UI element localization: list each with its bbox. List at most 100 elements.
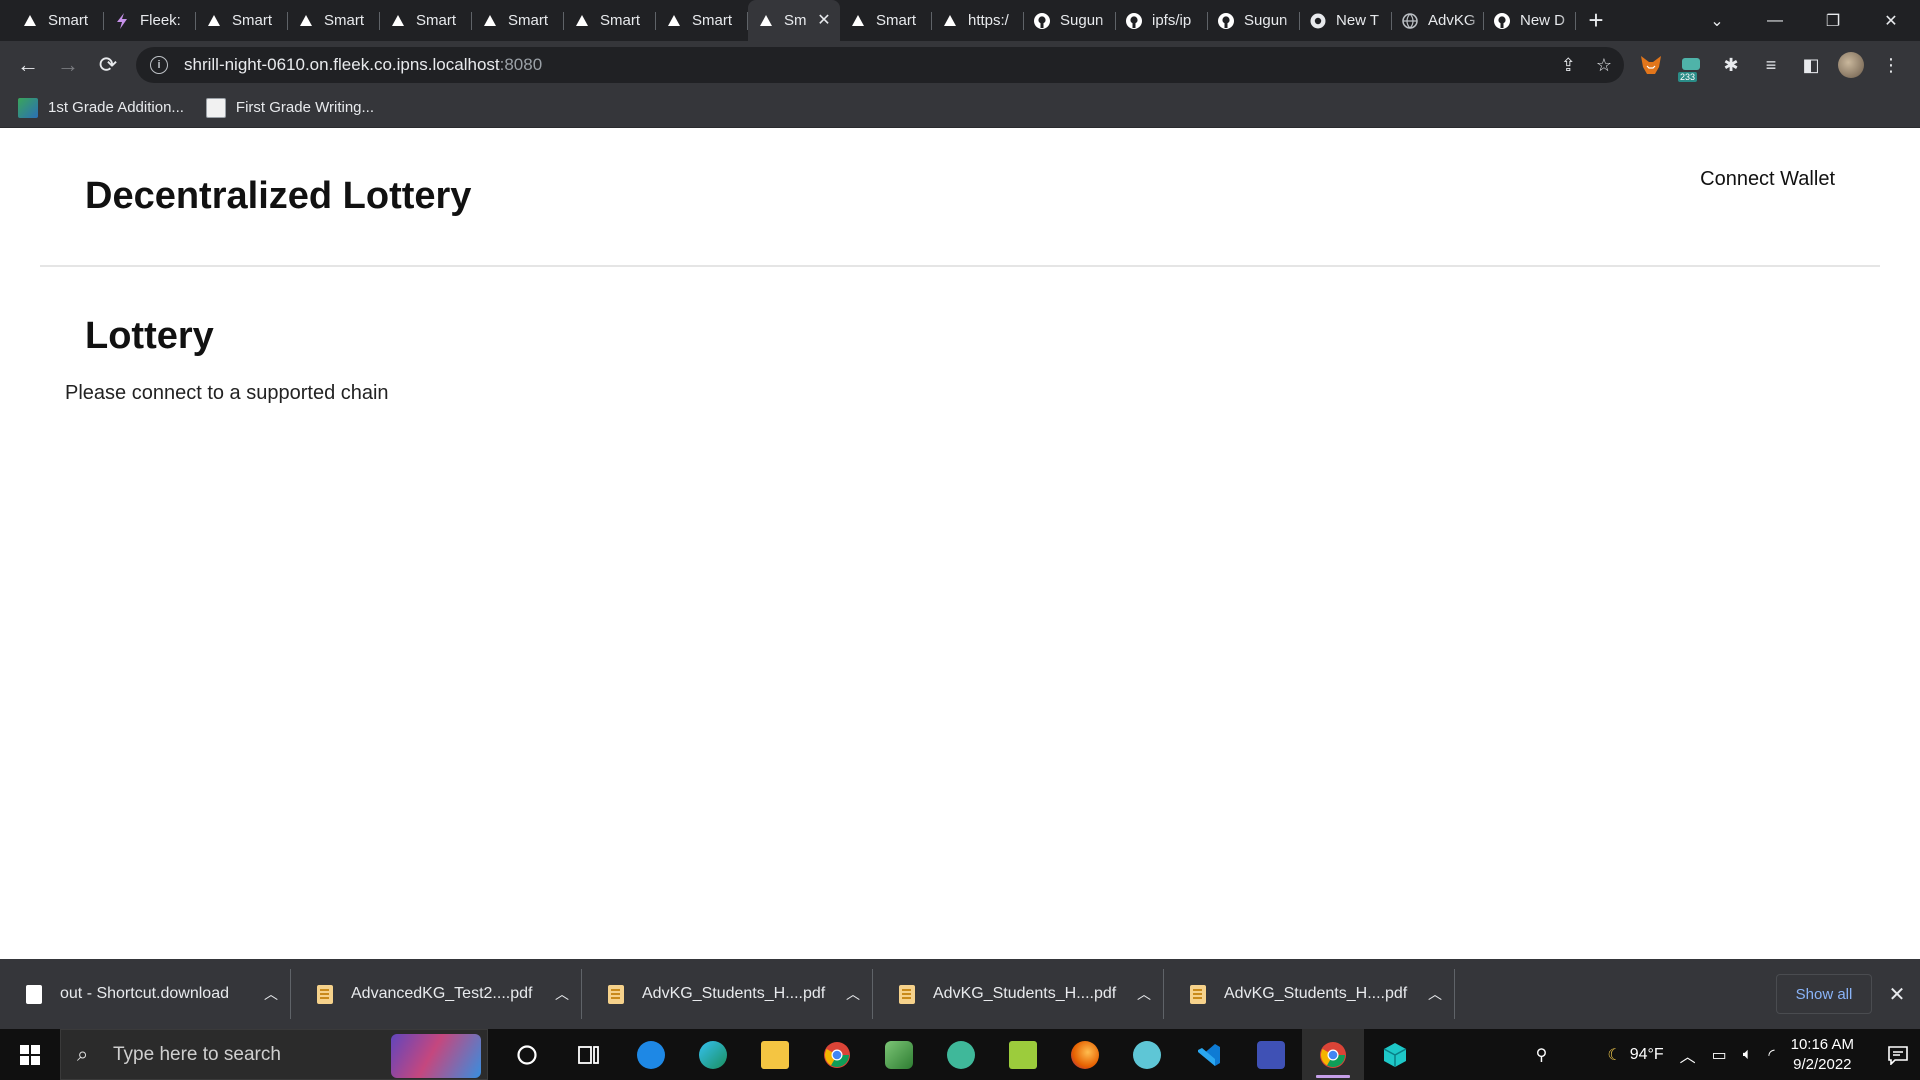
- pdf-file-icon: [899, 984, 915, 1004]
- tab[interactable]: ipfs/ip: [1116, 0, 1208, 41]
- download-name: AdvKG_Students_H....pdf: [642, 985, 826, 1002]
- tab-title: https:/: [968, 12, 1009, 29]
- metamask-fox-icon[interactable]: [1636, 50, 1666, 80]
- tab[interactable]: New T: [1300, 0, 1392, 41]
- tab[interactable]: https:/: [932, 0, 1024, 41]
- chevron-up-icon[interactable]: ︿: [1124, 984, 1164, 1004]
- bookmark-star-icon[interactable]: ☆: [1596, 55, 1612, 76]
- show-all-downloads-button[interactable]: Show all: [1776, 974, 1872, 1014]
- chevron-up-icon[interactable]: ︿: [251, 984, 291, 1004]
- tab[interactable]: Smart: [288, 0, 380, 41]
- chevron-up-icon[interactable]: ︿: [1415, 984, 1455, 1004]
- puzzle-extensions-icon[interactable]: ✱: [1716, 50, 1746, 80]
- reload-button[interactable]: ⟳: [88, 45, 128, 85]
- download-item[interactable]: AdvKG_Students_H....pdf ︿: [1164, 959, 1455, 1029]
- tab[interactable]: Smart: [564, 0, 656, 41]
- tab-search-chevron-icon[interactable]: ⌄: [1688, 0, 1746, 41]
- tab-title: Sugun: [1244, 12, 1288, 29]
- chrome-app-icon[interactable]: [806, 1029, 868, 1080]
- close-window-button[interactable]: ✕: [1862, 0, 1920, 41]
- omnibox-actions: ⇪ ☆: [1561, 47, 1612, 83]
- tab[interactable]: Smart: [380, 0, 472, 41]
- volume-icon[interactable]: 🔈︎: [1743, 1046, 1753, 1064]
- tabs-container: Smart Fleek: Smart Smart Smart Smart Sma…: [0, 0, 1616, 41]
- bookmark-item[interactable]: 1st Grade Addition...: [18, 97, 184, 118]
- tab[interactable]: Smart: [472, 0, 564, 41]
- back-button[interactable]: ←: [8, 45, 48, 85]
- menu-kebab-icon[interactable]: ⋮: [1876, 50, 1906, 80]
- cortana-icon[interactable]: [496, 1029, 558, 1080]
- triangle-icon: [482, 13, 498, 29]
- paw-app-icon[interactable]: [1116, 1029, 1178, 1080]
- photo-app-icon[interactable]: [868, 1029, 930, 1080]
- wifi-icon[interactable]: ◜: [1768, 1045, 1774, 1065]
- download-item[interactable]: AdvKG_Students_H....pdf ︿: [873, 959, 1164, 1029]
- notification-center-icon[interactable]: [1876, 1045, 1920, 1065]
- tab[interactable]: New D: [1484, 0, 1576, 41]
- edge-browser-icon[interactable]: [682, 1029, 744, 1080]
- tab[interactable]: AdvKG: [1392, 0, 1484, 41]
- browser-toolbar: ← → ⟳ i shrill-night-0610.on.fleek.co.ip…: [0, 41, 1920, 88]
- bookmarks-bar: 1st Grade Addition... First Grade Writin…: [0, 88, 1920, 128]
- file-explorer-icon[interactable]: [744, 1029, 806, 1080]
- tab[interactable]: Smart: [656, 0, 748, 41]
- atom-app-icon[interactable]: [930, 1029, 992, 1080]
- tab-title: Smart: [876, 12, 917, 29]
- battery-icon[interactable]: ▭: [1712, 1045, 1727, 1065]
- tab[interactable]: Sugun: [1208, 0, 1300, 41]
- tab[interactable]: Smart: [196, 0, 288, 41]
- chevron-up-icon[interactable]: ︿: [542, 984, 582, 1004]
- header-divider: [40, 265, 1880, 267]
- globe-icon: [1402, 12, 1418, 29]
- bookmark-label: 1st Grade Addition...: [48, 99, 184, 116]
- tab[interactable]: Sugun: [1024, 0, 1116, 41]
- site-info-icon[interactable]: i: [150, 56, 168, 74]
- download-name: out - Shortcut.download: [60, 985, 229, 1002]
- tray-overflow-chevron-icon[interactable]: ︿: [1680, 1043, 1696, 1067]
- lambda-app-icon[interactable]: [992, 1029, 1054, 1080]
- close-shelf-icon[interactable]: ✕: [1882, 979, 1912, 1009]
- address-bar[interactable]: i shrill-night-0610.on.fleek.co.ipns.loc…: [136, 47, 1624, 83]
- remote-desktop-icon[interactable]: [1240, 1029, 1302, 1080]
- media-queue-icon[interactable]: ≡: [1756, 50, 1786, 80]
- new-tab-button[interactable]: +: [1576, 0, 1616, 41]
- tab[interactable]: Smart: [840, 0, 932, 41]
- restore-button[interactable]: ❐: [1804, 0, 1862, 41]
- url-port: :8080: [499, 55, 543, 74]
- app-blue-swirl-icon[interactable]: [620, 1029, 682, 1080]
- profile-avatar[interactable]: [1836, 50, 1866, 80]
- forward-button[interactable]: →: [48, 45, 88, 85]
- start-button[interactable]: [0, 1029, 60, 1080]
- download-item[interactable]: AdvKG_Students_H....pdf ︿: [582, 959, 873, 1029]
- cube-app-icon[interactable]: [1364, 1029, 1426, 1080]
- task-view-icon[interactable]: [558, 1029, 620, 1080]
- share-icon[interactable]: ⇪: [1561, 55, 1576, 76]
- chevron-up-icon[interactable]: ︿: [833, 984, 873, 1004]
- tab-strip: Smart Fleek: Smart Smart Smart Smart Sma…: [0, 0, 1920, 41]
- tab[interactable]: Fleek:: [104, 0, 196, 41]
- weather-temp[interactable]: 94°F: [1630, 1046, 1664, 1064]
- connect-wallet-button[interactable]: Connect Wallet: [1700, 168, 1835, 191]
- triangle-icon: [758, 13, 774, 29]
- extension-badge-icon[interactable]: 233: [1676, 50, 1706, 82]
- minimize-button[interactable]: —: [1746, 0, 1804, 41]
- tab-title: Smart: [508, 12, 549, 29]
- windows-logo-icon: [20, 1044, 40, 1065]
- bolt-icon: [114, 12, 130, 29]
- chrome-running-icon[interactable]: [1302, 1029, 1364, 1080]
- triangle-icon: [298, 13, 314, 29]
- tab[interactable]: Smart: [12, 0, 104, 41]
- people-icon[interactable]: ⚲: [1536, 1045, 1548, 1065]
- download-item[interactable]: out - Shortcut.download ︿: [0, 959, 291, 1029]
- firefox-icon[interactable]: [1054, 1029, 1116, 1080]
- tab-active[interactable]: Sm ✕: [748, 0, 840, 41]
- download-item[interactable]: AdvancedKG_Test2....pdf ︿: [291, 959, 582, 1029]
- taskbar-search[interactable]: ⌕ Type here to search: [60, 1029, 488, 1080]
- vscode-icon[interactable]: [1178, 1029, 1240, 1080]
- close-tab-icon[interactable]: ✕: [816, 12, 832, 29]
- chrome-icon: [1310, 13, 1326, 29]
- bookmark-item[interactable]: First Grade Writing...: [205, 97, 374, 118]
- clock[interactable]: 10:16 AM 9/2/2022: [1791, 1035, 1854, 1075]
- tab-title: Smart: [324, 12, 365, 29]
- side-panel-icon[interactable]: ◧: [1796, 50, 1826, 80]
